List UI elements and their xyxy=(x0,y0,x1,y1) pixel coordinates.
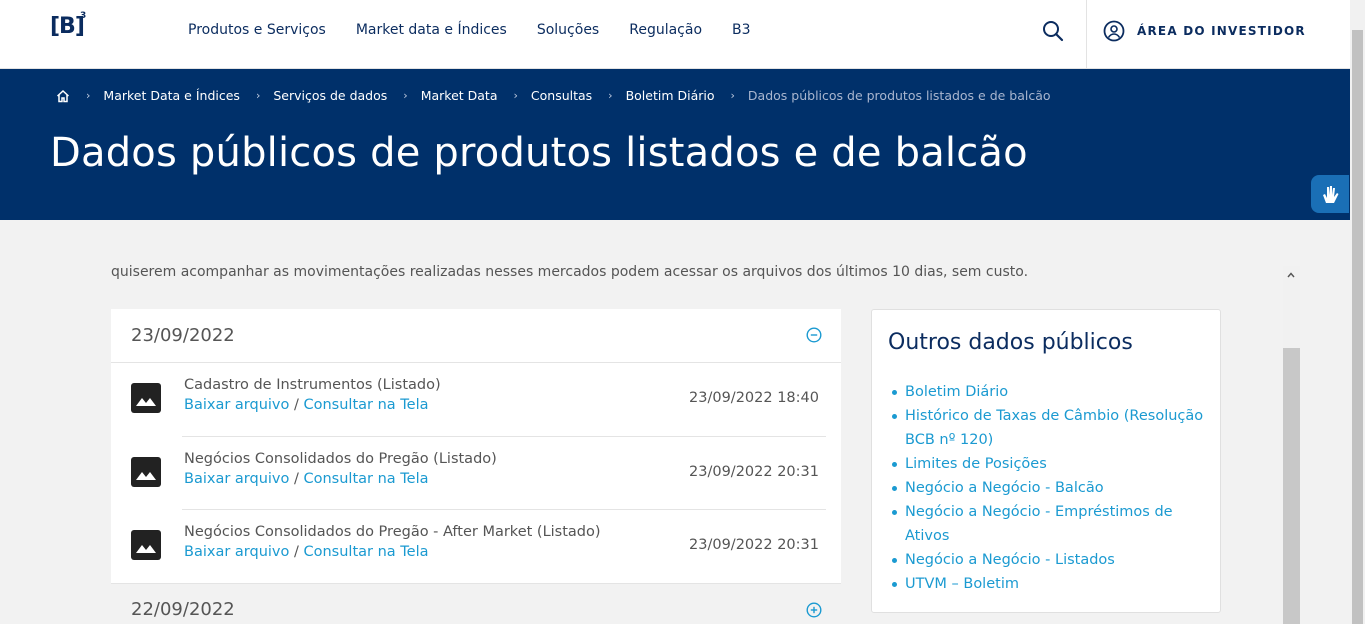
link-separator: / xyxy=(293,470,299,487)
nav-regulacao[interactable]: Regulação xyxy=(629,22,702,38)
file-row: Negócios Consolidados do Pregão (Listado… xyxy=(111,437,841,510)
scroll-up-arrow-icon[interactable] xyxy=(1287,272,1295,278)
file-links: Baixar arquivo / Consultar na Tela xyxy=(184,471,429,487)
image-file-icon xyxy=(131,530,161,560)
link-separator: / xyxy=(293,544,299,560)
logo-superscript: 3 xyxy=(80,11,87,21)
file-row: Cadastro de Instrumentos (Listado) Baixa… xyxy=(111,363,841,437)
investor-area-link[interactable]: ÁREA DO INVESTIDOR xyxy=(1103,20,1306,42)
investor-area-label: ÁREA DO INVESTIDOR xyxy=(1137,24,1306,38)
page-scrollbar[interactable] xyxy=(1350,0,1365,624)
home-icon[interactable] xyxy=(56,89,70,103)
sidebar-link-limites-posicoes[interactable]: Limites de Posições xyxy=(890,452,1210,476)
content-scrollbar[interactable] xyxy=(1283,266,1300,624)
main-nav: Produtos e Serviços Market data e Índice… xyxy=(188,22,751,38)
file-timestamp: 23/09/2022 20:31 xyxy=(689,537,819,553)
view-on-screen-link[interactable]: Consultar na Tela xyxy=(303,544,428,560)
sidebar-link-utvm-boletim[interactable]: UTVM – Boletim xyxy=(890,572,1210,596)
link-separator: / xyxy=(293,397,299,413)
date-accordion-expanded: 23/09/2022 Cadastro de Instrumentos (Lis… xyxy=(111,309,841,584)
download-link[interactable]: Baixar arquivo xyxy=(184,544,289,560)
file-links: Baixar arquivo / Consultar na Tela xyxy=(184,397,429,413)
sidebar-link-negocio-emprestimos[interactable]: Negócio a Negócio - Empréstimos de Ativo… xyxy=(890,500,1210,548)
nav-market-data-indices[interactable]: Market data e Índices xyxy=(356,22,507,38)
view-on-screen-link[interactable]: Consultar na Tela xyxy=(303,397,428,413)
image-file-icon xyxy=(131,456,161,487)
nav-b3[interactable]: B3 xyxy=(732,22,751,38)
breadcrumb-current: Dados públicos de produtos listados e de… xyxy=(747,88,1051,103)
logo-text: [B] xyxy=(50,14,85,39)
page-hero: › Market Data e Índices › Serviços de da… xyxy=(0,69,1365,220)
breadcrumb-item[interactable]: Serviços de dados xyxy=(273,88,387,103)
download-link[interactable]: Baixar arquivo xyxy=(184,397,289,413)
breadcrumb-item[interactable]: Market Data xyxy=(421,88,498,103)
date-accordion-collapsed[interactable]: 22/09/2022 xyxy=(111,583,841,624)
accordion-header[interactable]: 23/09/2022 xyxy=(111,309,841,363)
sign-language-icon[interactable] xyxy=(1311,175,1349,213)
chevron-right-icon: › xyxy=(403,89,408,102)
intro-text: quiserem acompanhar as movimentações rea… xyxy=(111,264,1029,280)
page-title: Dados públicos de produtos listados e de… xyxy=(50,130,1028,176)
header-divider xyxy=(1086,0,1087,69)
search-icon[interactable] xyxy=(1040,18,1066,44)
file-timestamp: 23/09/2022 18:40 xyxy=(689,390,819,406)
accordion-date: 23/09/2022 xyxy=(131,325,235,346)
sidebar-link-negocio-balcao[interactable]: Negócio a Negócio - Balcão xyxy=(890,476,1210,500)
file-name: Negócios Consolidados do Pregão (Listado… xyxy=(184,450,497,467)
file-links: Baixar arquivo / Consultar na Tela xyxy=(184,544,429,560)
sidebar-link-boletim-diario[interactable]: Boletim Diário xyxy=(890,380,1210,404)
file-name: Negócios Consolidados do Pregão - After … xyxy=(184,524,601,540)
other-public-data-card: Outros dados públicos Boletim Diário His… xyxy=(871,309,1221,613)
breadcrumb: › Market Data e Índices › Serviços de da… xyxy=(56,88,1051,103)
top-navigation-bar: [B] 3 Produtos e Serviços Market data e … xyxy=(0,0,1365,69)
view-on-screen-link[interactable]: Consultar na Tela xyxy=(303,471,428,487)
chevron-right-icon: › xyxy=(608,89,613,102)
file-row: Negócios Consolidados do Pregão - After … xyxy=(111,510,841,584)
file-timestamp: 23/09/2022 20:31 xyxy=(689,463,819,480)
accordion-date: 22/09/2022 xyxy=(131,599,235,620)
breadcrumb-item[interactable]: Consultas xyxy=(531,88,592,103)
expand-plus-icon[interactable] xyxy=(806,602,822,618)
sidebar-link-list: Boletim Diário Histórico de Taxas de Câm… xyxy=(890,380,1210,596)
nav-solucoes[interactable]: Soluções xyxy=(537,22,599,38)
nav-produtos-servicos[interactable]: Produtos e Serviços xyxy=(188,22,326,38)
chevron-right-icon: › xyxy=(730,89,735,102)
image-file-icon xyxy=(131,383,161,413)
download-link[interactable]: Baixar arquivo xyxy=(184,471,289,487)
sidebar-title: Outros dados públicos xyxy=(888,330,1133,355)
user-circle-icon xyxy=(1103,20,1125,42)
collapse-minus-icon[interactable] xyxy=(806,327,822,343)
breadcrumb-item[interactable]: Market Data e Índices xyxy=(103,88,240,103)
scrollbar-thumb[interactable] xyxy=(1283,348,1300,624)
chevron-right-icon: › xyxy=(255,89,261,102)
chevron-right-icon: › xyxy=(513,89,518,102)
sidebar-link-negocio-listados[interactable]: Negócio a Negócio - Listados xyxy=(890,548,1210,572)
chevron-right-icon: › xyxy=(86,89,91,102)
page-scrollbar-thumb[interactable] xyxy=(1352,30,1363,624)
file-name: Cadastro de Instrumentos (Listado) xyxy=(184,377,441,393)
sidebar-link-historico-taxas-cambio[interactable]: Histórico de Taxas de Câmbio (Resolução … xyxy=(890,404,1210,452)
breadcrumb-item[interactable]: Boletim Diário xyxy=(626,88,715,103)
